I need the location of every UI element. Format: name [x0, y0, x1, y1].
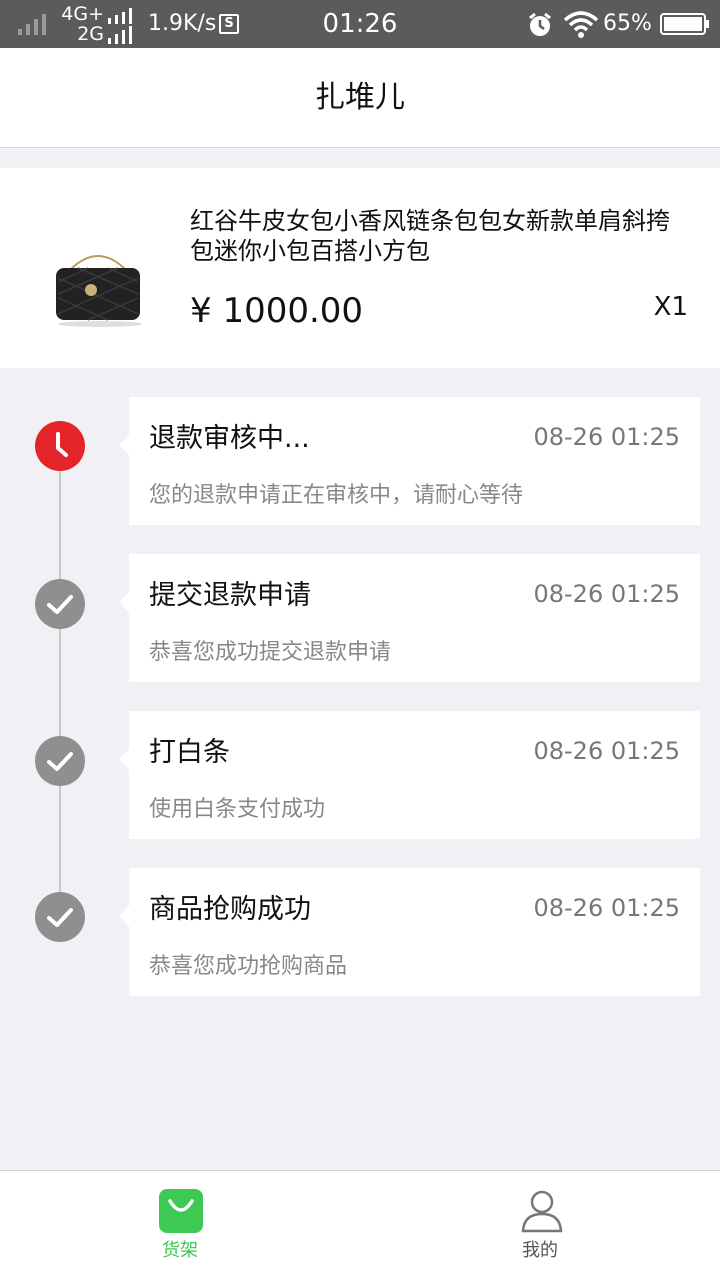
timeline-card: 提交退款申请 08-26 01:25 恭喜您成功提交退款申请 [119, 554, 700, 682]
tab-mine[interactable]: 我的 [360, 1171, 720, 1280]
timeline-card: 商品抢购成功 08-26 01:25 恭喜您成功抢购商品 [119, 868, 700, 996]
clock-icon [35, 421, 85, 471]
timeline-time: 08-26 01:25 [533, 737, 680, 765]
tab-mine-label: 我的 [522, 1240, 558, 1261]
tab-bar: 货架 我的 [0, 1170, 720, 1280]
tab-shelf-label: 货架 [162, 1240, 198, 1261]
check-icon [35, 736, 85, 786]
timeline-desc: 恭喜您成功抢购商品 [149, 954, 348, 979]
network-speed: 1.9K/s [148, 11, 217, 36]
status-bar: 4G+ 2G 1.9K/s S 01:26 65% [0, 0, 720, 48]
page-title: 扎堆儿 [315, 80, 405, 115]
timeline-item: 商品抢购成功 08-26 01:25 恭喜您成功抢购商品 [0, 868, 720, 996]
network-top-label: 4G+ [61, 3, 104, 25]
tab-shelf[interactable]: 货架 [0, 1171, 360, 1280]
check-icon [35, 579, 85, 629]
battery-icon [660, 13, 709, 35]
network-bottom-label: 2G [77, 23, 104, 45]
timeline-time: 08-26 01:25 [533, 894, 680, 922]
product-quantity: X1 [653, 292, 688, 322]
alarm-icon [529, 12, 551, 36]
timeline-time: 08-26 01:25 [533, 423, 680, 451]
sim-icon: S [219, 14, 239, 34]
timeline-card: 退款审核中... 08-26 01:25 您的退款申请正在审核中，请耐心等待 [119, 397, 700, 525]
person-icon [521, 1190, 563, 1233]
timeline-time: 08-26 01:25 [533, 580, 680, 608]
battery-percent: 65% [603, 11, 652, 36]
signal-bars-icon [108, 8, 132, 44]
wifi-icon [563, 11, 599, 38]
timeline-card: 打白条 08-26 01:25 使用白条支付成功 [119, 711, 700, 839]
timeline-item: 打白条 08-26 01:25 使用白条支付成功 [0, 711, 720, 839]
timeline-desc: 使用白条支付成功 [149, 797, 326, 822]
timeline-title: 打白条 [149, 737, 230, 768]
nav-bar: 扎堆儿 [0, 48, 720, 148]
timeline-item: 退款审核中... 08-26 01:25 您的退款申请正在审核中，请耐心等待 [0, 397, 720, 525]
timeline-title: 退款审核中... [149, 423, 310, 454]
product-image [56, 255, 142, 327]
timeline-desc: 恭喜您成功提交退款申请 [149, 640, 392, 665]
network-type: 4G+ 2G [58, 4, 104, 44]
signal-weak-icon [18, 14, 46, 35]
shopping-bag-icon [159, 1189, 203, 1233]
timeline-title: 商品抢购成功 [149, 894, 311, 925]
timeline-title: 提交退款申请 [149, 580, 311, 611]
product-card[interactable]: 红谷牛皮女包小香风链条包包女新款单肩斜挎包迷你小包百搭小方包 ¥ 1000.00… [0, 168, 720, 368]
clock-time: 01:26 [322, 9, 398, 39]
product-price: ¥ 1000.00 [190, 291, 364, 331]
timeline-desc: 您的退款申请正在审核中，请耐心等待 [149, 483, 524, 508]
timeline-item: 提交退款申请 08-26 01:25 恭喜您成功提交退款申请 [0, 554, 720, 682]
product-name: 红谷牛皮女包小香风链条包包女新款单肩斜挎包迷你小包百搭小方包 [190, 207, 670, 265]
check-icon [35, 892, 85, 942]
